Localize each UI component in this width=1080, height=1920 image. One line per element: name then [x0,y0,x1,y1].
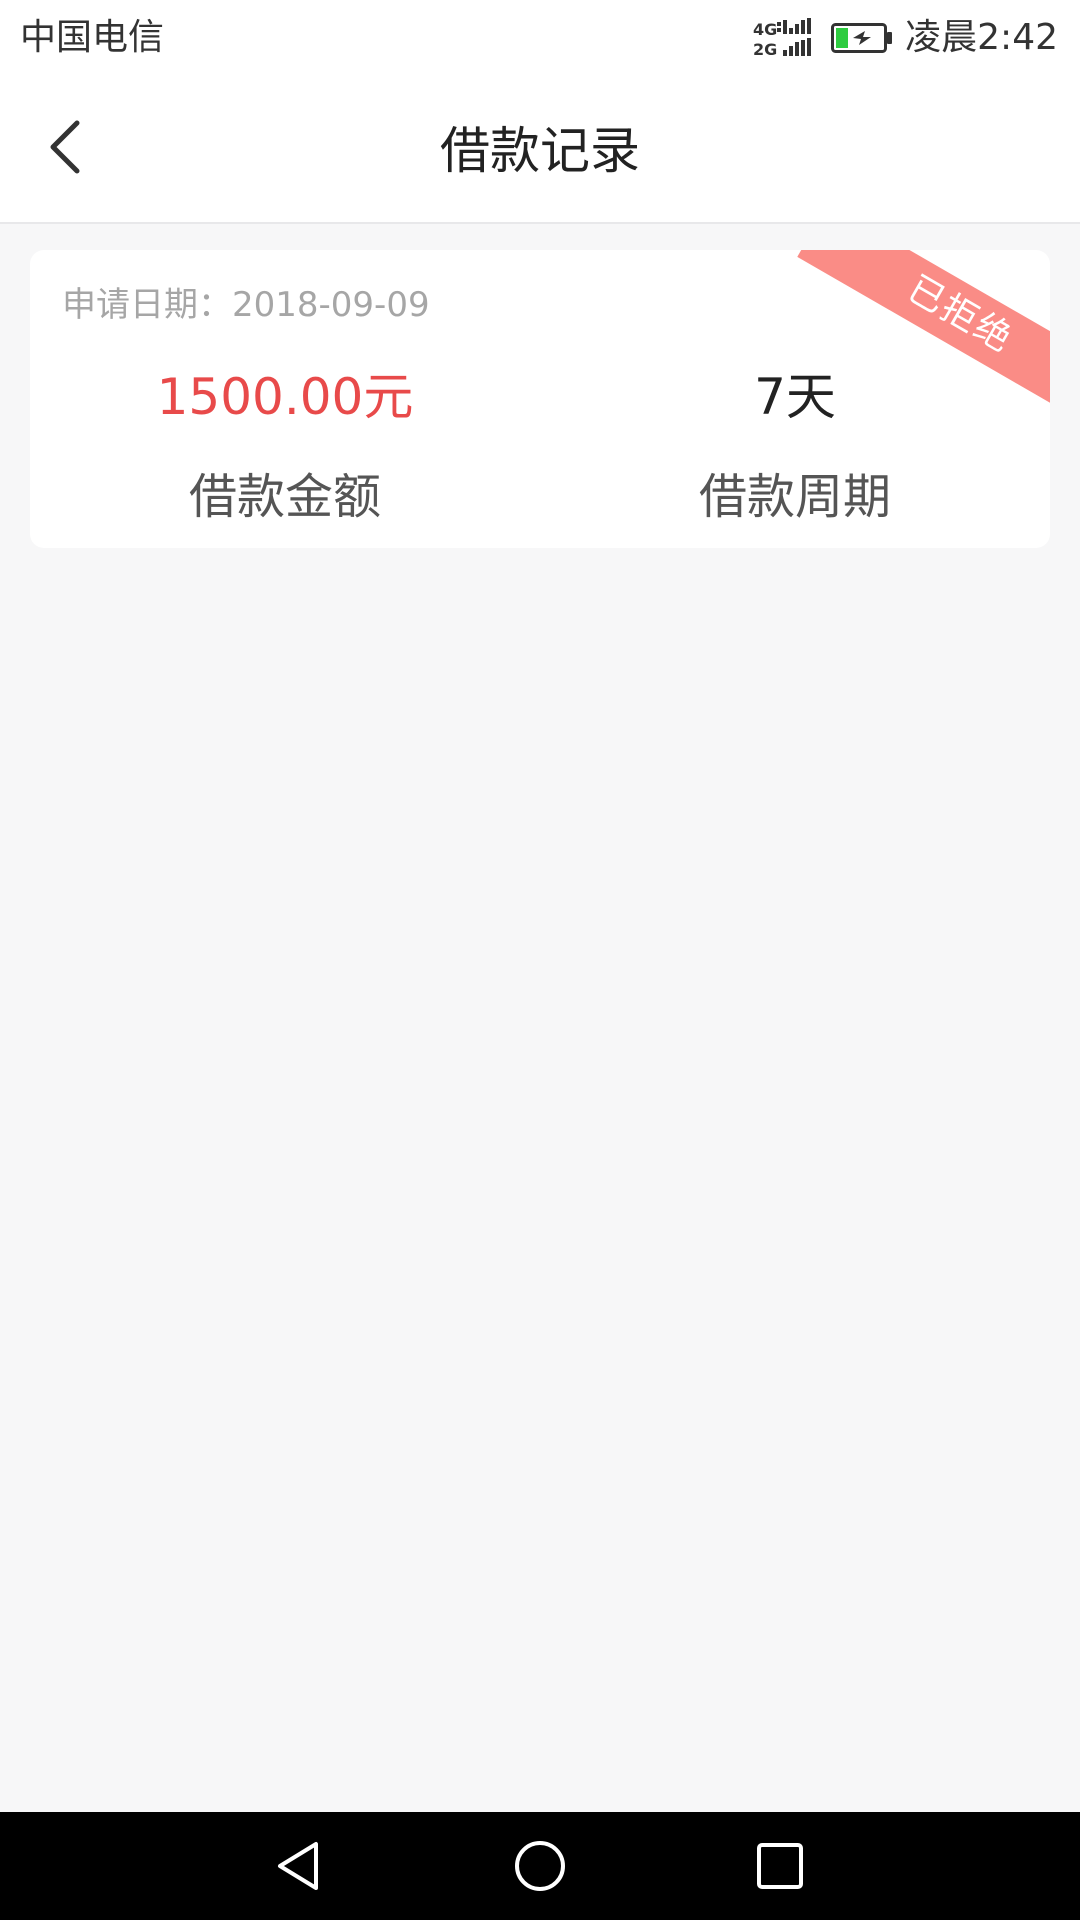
system-recent-apps-button[interactable] [744,1830,816,1902]
circle-home-icon [515,1841,565,1891]
status-icons: 4G 2G 凌晨2:42 [753,12,1058,64]
loan-period-block: 7天 借款周期 [540,362,1050,530]
status-bar: 中国电信 4G 2G 凌晨2:42 [0,0,1080,76]
svg-text:4G: 4G [753,20,777,39]
apply-date: 申请日期：2018-09-09 [62,285,430,325]
loan-record-card[interactable]: 已拒绝 申请日期：2018-09-09 1500.00元 借款金额 7天 借款周… [30,250,1050,548]
loan-amount-value: 1500.00元 [156,368,414,426]
page-title: 借款记录 [440,122,640,180]
title-bar: 借款记录 [0,76,1080,224]
loan-period-value: 7天 [754,368,836,426]
status-clock: 凌晨2:42 [905,17,1058,58]
system-back-button[interactable] [264,1830,336,1902]
loan-amount-block: 1500.00元 借款金额 [30,362,540,530]
svg-text:2G: 2G [753,40,777,58]
system-navigation-bar [0,1812,1080,1920]
carrier-name: 中国电信 [20,17,165,58]
system-home-button[interactable] [504,1830,576,1902]
triangle-back-icon [278,1842,318,1890]
loan-amount-label: 借款金额 [188,469,381,525]
loan-period-label: 借款周期 [698,469,891,525]
square-recent-icon [757,1843,803,1889]
battery-charging-icon [831,23,893,53]
signal-4g-2g-icon: 4G 2G [753,18,812,58]
